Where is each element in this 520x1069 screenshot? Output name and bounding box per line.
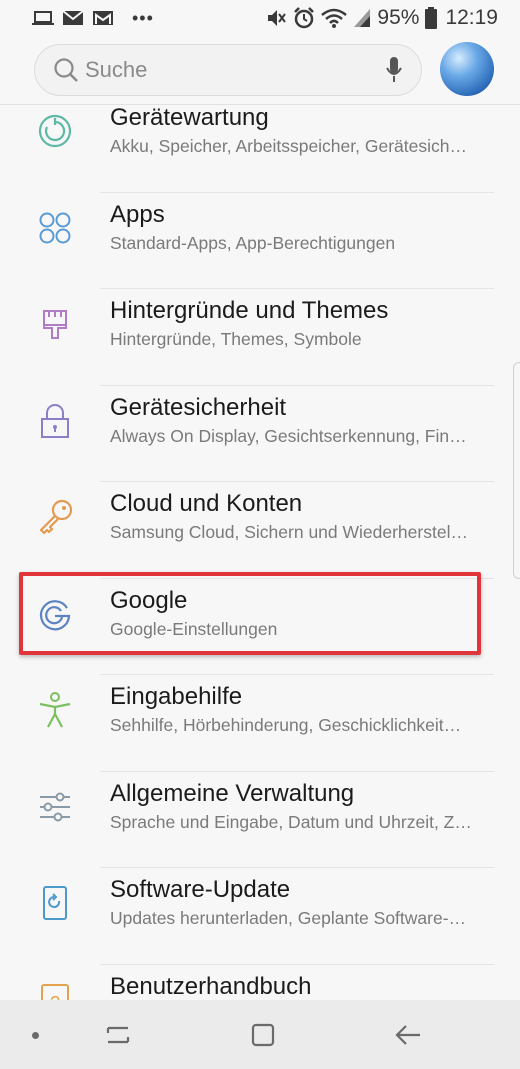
key-icon	[39, 499, 73, 535]
mute-icon	[268, 10, 287, 26]
device-care-icon	[38, 114, 72, 148]
battery-percent: 95%	[377, 6, 420, 29]
accessibility-icon	[39, 692, 71, 728]
settings-item-title: Apps	[110, 200, 165, 228]
dot-icon[interactable]	[32, 1032, 39, 1039]
back-icon[interactable]	[394, 1022, 422, 1048]
search-icon	[54, 58, 78, 82]
home-icon[interactable]	[250, 1022, 276, 1048]
brush-icon	[43, 310, 67, 339]
settings-item-title: Gerätesicherheit	[110, 393, 287, 421]
settings-item-subtitle: Standard-Apps, App-Berechtigungen	[110, 232, 396, 253]
settings-item-title: Cloud und Konten	[110, 490, 303, 517]
signal-icon	[354, 9, 371, 27]
settings-item-title: Software-Update	[110, 876, 291, 903]
settings-item-title: Allgemeine Verwaltung	[110, 779, 355, 807]
settings-item-title: Hintergründe und Themes	[110, 297, 389, 324]
software-update-icon	[43, 886, 67, 920]
settings-item-apps[interactable]: Apps Standard-Apps, App-Berechtigungen	[0, 193, 520, 289]
settings-item-subtitle: Akku, Speicher, Arbeitsspeicher, Gerätes…	[110, 136, 467, 156]
more-icon: •••	[132, 7, 154, 28]
apps-icon	[39, 212, 71, 243]
settings-item-software-update[interactable]: Software-Update Updates herunterladen, G…	[0, 868, 520, 965]
profile-avatar[interactable]	[440, 42, 494, 96]
mic-icon[interactable]	[385, 56, 403, 84]
laptop-icon	[32, 11, 54, 25]
lock-icon	[41, 403, 69, 438]
gmail-icon	[93, 11, 113, 25]
settings-item-wallpapers[interactable]: Hintergründe und Themes Hintergründe, Th…	[0, 289, 520, 386]
settings-item-subtitle: Updates herunterladen, Geplante Software…	[110, 908, 467, 928]
settings-item-subtitle: Sehhilfe, Hörbehinderung, Geschicklichke…	[110, 715, 462, 735]
settings-item-subtitle: Sprache und Eingabe, Datum und Uhrzeit, …	[110, 811, 472, 832]
settings-item-subtitle: Samsung Cloud, Sichern und Wiederherstel…	[110, 522, 468, 542]
settings-item-title: Gerätewartung	[110, 104, 269, 131]
battery-icon	[425, 7, 438, 29]
settings-item-general-management[interactable]: Allgemeine Verwaltung Sprache und Eingab…	[0, 772, 520, 868]
settings-item-subtitle: Hintergründe, Themes, Symbole	[110, 329, 362, 349]
sliders-icon	[40, 792, 70, 821]
settings-item-title: Eingabehilfe	[110, 683, 243, 710]
status-bar: ••• 95% 12:19	[0, 0, 520, 36]
search-input[interactable]: Suche	[85, 57, 385, 83]
mail-icon	[62, 10, 84, 25]
scrollbar[interactable]	[513, 362, 520, 579]
wifi-icon	[321, 8, 348, 28]
settings-item-subtitle: Always On Display, Gesichtserkennung, Fi…	[110, 425, 467, 446]
settings-item-cloud-accounts[interactable]: Cloud und Konten Samsung Cloud, Sichern …	[0, 482, 520, 579]
settings-item-security[interactable]: Gerätesicherheit Always On Display, Gesi…	[0, 386, 520, 482]
settings-item-accessibility[interactable]: Eingabehilfe Sehhilfe, Hörbehinderung, G…	[0, 675, 520, 772]
status-left: •••	[32, 8, 154, 29]
search-bar[interactable]: Suche	[34, 44, 422, 96]
settings-item-device-care[interactable]: Gerätewartung Akku, Speicher, Arbeitsspe…	[0, 96, 520, 193]
clock: 12:19	[445, 6, 498, 29]
recents-icon[interactable]	[104, 1022, 132, 1048]
highlight-box	[19, 572, 481, 655]
status-right: 95% 12:19	[265, 6, 498, 30]
alarm-icon	[294, 7, 315, 29]
settings-item-title: Benutzerhandbuch	[110, 972, 312, 1000]
navigation-bar	[0, 1000, 520, 1069]
